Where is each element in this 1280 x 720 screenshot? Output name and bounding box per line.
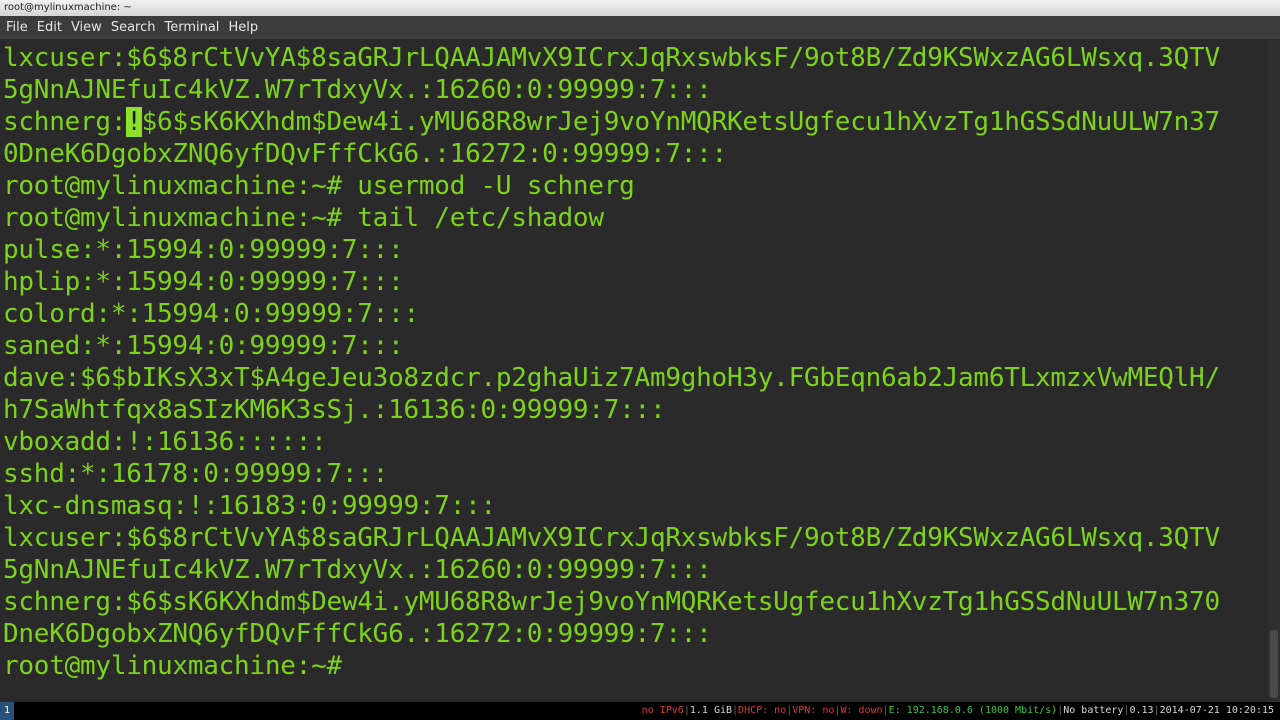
terminal-line: pulse:*:15994:0:99999:7::: bbox=[3, 235, 404, 265]
terminal-line: root@mylinuxmachine:~# tail /etc/shadow bbox=[3, 203, 604, 233]
terminal-line: lxcuser:$6$8rCtVvYA$8saGRJrLQAAJAMvX9ICr… bbox=[3, 43, 1220, 73]
ipv6-status: no IPv6 bbox=[641, 705, 684, 716]
terminal-line: schnerg:$6$sK6KXhdm$Dew4i.yMU68R8wrJej9v… bbox=[3, 587, 1220, 617]
vpn-status: VPN: no bbox=[792, 705, 835, 716]
terminal-line: lxc-dnsmasq:!:16183:0:99999:7::: bbox=[3, 491, 496, 521]
dhcp-status: DHCP: no bbox=[738, 705, 787, 716]
terminal-output[interactable]: lxcuser:$6$8rCtVvYA$8saGRJrLQAAJAMvX9ICr… bbox=[0, 40, 1268, 702]
terminal-text: schnerg: bbox=[3, 107, 127, 137]
menu-file[interactable]: File bbox=[2, 20, 32, 35]
status-bar: 1 no IPv6|1.1 GiB|DHCP: no|VPN: no|W: do… bbox=[0, 702, 1280, 720]
status-info: no IPv6|1.1 GiB|DHCP: no|VPN: no|W: down… bbox=[642, 702, 1274, 720]
menu-edit[interactable]: Edit bbox=[33, 20, 66, 35]
scrollbar-thumb[interactable] bbox=[1270, 630, 1278, 698]
battery-status: No battery bbox=[1063, 705, 1124, 716]
terminal-line: schnerg:!$6$sK6KXhdm$Dew4i.yMU68R8wrJej9… bbox=[3, 106, 1220, 138]
window-title: root@mylinuxmachine: ~ bbox=[0, 0, 1280, 16]
terminal-line: root@mylinuxmachine:~# usermod -U schner… bbox=[3, 171, 635, 201]
terminal-line: 5gNnAJNEfuIc4kVZ.W7rTdxyVx.:16260:0:9999… bbox=[3, 75, 712, 105]
terminal-prompt: root@mylinuxmachine:~# bbox=[3, 651, 358, 681]
load-status: 0.13 bbox=[1129, 705, 1154, 716]
menu-view[interactable]: View bbox=[67, 20, 106, 35]
terminal-line: colord:*:15994:0:99999:7::: bbox=[3, 299, 419, 329]
terminal-scrollbar[interactable] bbox=[1268, 40, 1280, 702]
terminal-line: h7SaWhtfqx8aSIzKM6K3sSj.:16136:0:99999:7… bbox=[3, 395, 666, 425]
terminal-text: $6$sK6KXhdm$Dew4i.yMU68R8wrJej9voYnMQRKe… bbox=[141, 107, 1220, 137]
terminal-line: hplip:*:15994:0:99999:7::: bbox=[3, 267, 404, 297]
terminal-line: vboxadd:!:16136:::::: bbox=[3, 427, 327, 457]
terminal-line: 0DneK6DgobxZNQ6yfDQvFffCkG6.:16272:0:999… bbox=[3, 139, 727, 169]
workspace-button[interactable]: 1 bbox=[0, 702, 14, 720]
terminal-line: lxcuser:$6$8rCtVvYA$8saGRJrLQAAJAMvX9ICr… bbox=[3, 523, 1220, 553]
menu-terminal[interactable]: Terminal bbox=[160, 20, 223, 35]
menu-bar: File Edit View Search Terminal Help bbox=[0, 16, 1280, 40]
terminal-line: dave:$6$bIKsX3xT$A4geJeu3o8zdcr.p2ghaUiz… bbox=[3, 363, 1220, 393]
ethernet-status: E: 192.168.0.6 (1000 Mbit/s) bbox=[888, 705, 1058, 716]
terminal-line: 5gNnAJNEfuIc4kVZ.W7rTdxyVx.:16260:0:9999… bbox=[3, 555, 712, 585]
terminal-line: sshd:*:16178:0:99999:7::: bbox=[3, 459, 389, 489]
terminal-line: saned:*:15994:0:99999:7::: bbox=[3, 331, 404, 361]
menu-help[interactable]: Help bbox=[224, 20, 262, 35]
app-window: root@mylinuxmachine: ~ File Edit View Se… bbox=[0, 0, 1280, 720]
text-cursor: ! bbox=[126, 107, 142, 137]
clock: 2014-07-21 10:20:15 bbox=[1159, 705, 1274, 716]
menu-search[interactable]: Search bbox=[107, 20, 160, 35]
disk-status: 1.1 GiB bbox=[689, 705, 733, 716]
terminal-line: DneK6DgobxZNQ6yfDQvFffCkG6.:16272:0:9999… bbox=[3, 619, 712, 649]
wireless-status: W: down bbox=[840, 705, 883, 716]
